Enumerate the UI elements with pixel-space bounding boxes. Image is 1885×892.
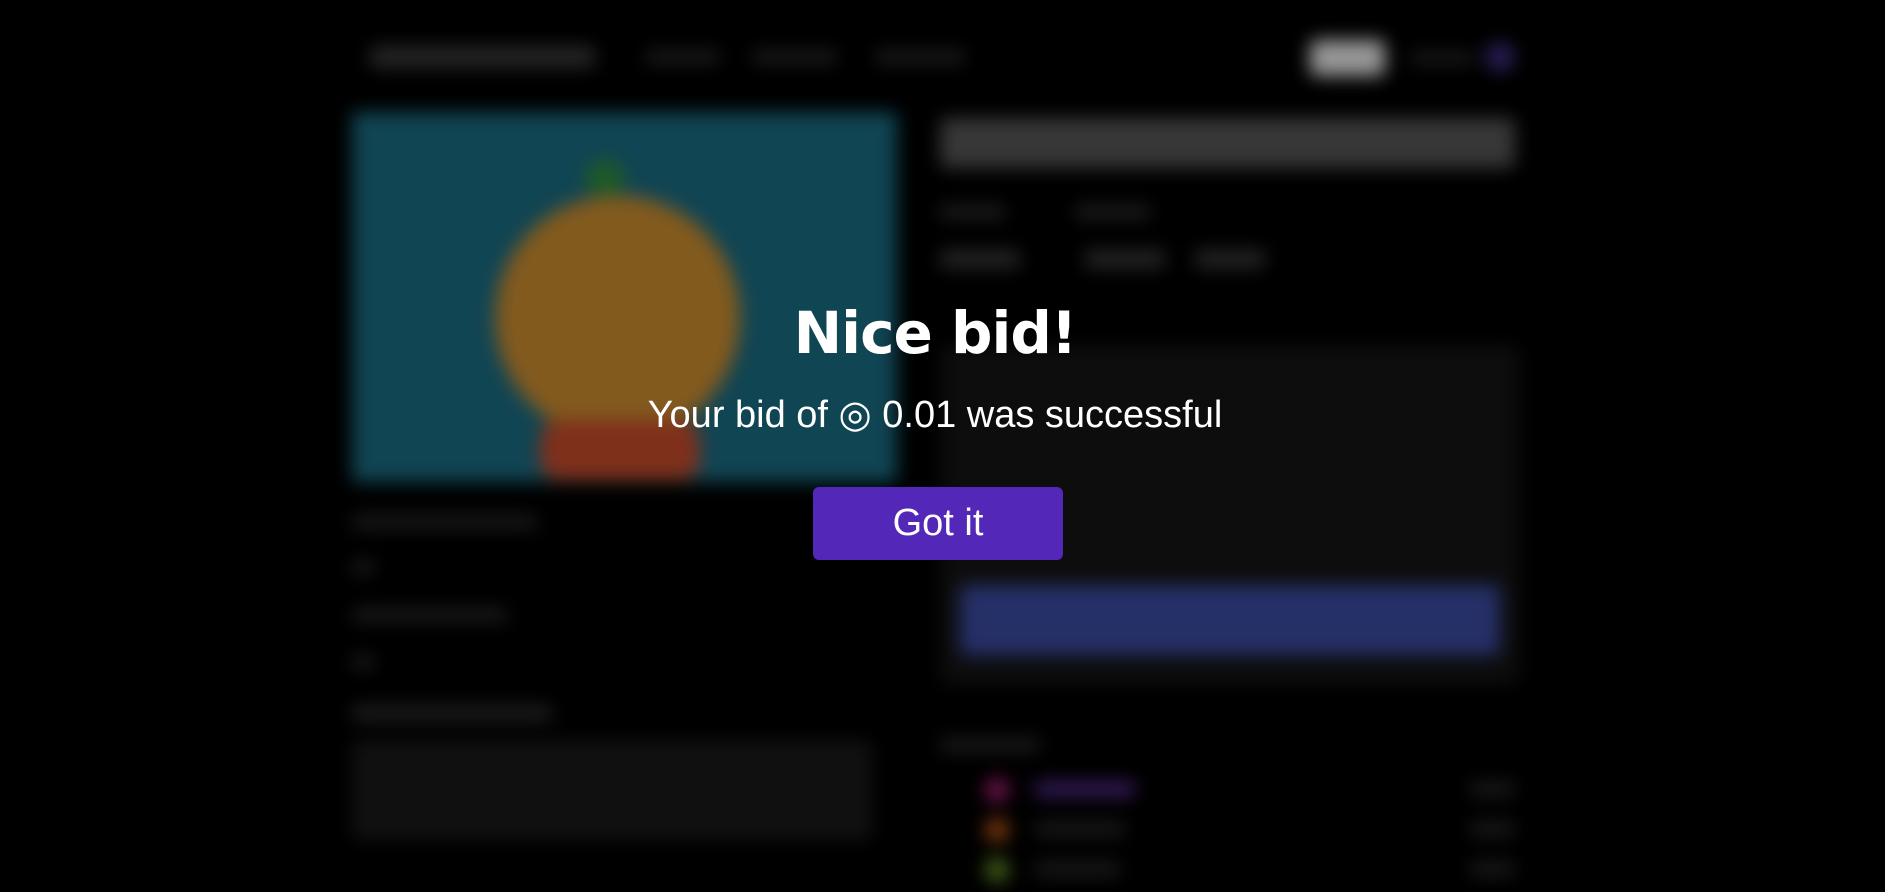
screen: Nice bid! Your bid of ◎ 0.01 was success… [0, 0, 1885, 892]
modal-title: Nice bid! [793, 299, 1078, 367]
got-it-button[interactable]: Got it [813, 487, 1063, 560]
modal-message: Your bid of ◎ 0.01 was successful [647, 394, 1223, 436]
bid-success-modal: Nice bid! Your bid of ◎ 0.01 was success… [0, 0, 1885, 892]
